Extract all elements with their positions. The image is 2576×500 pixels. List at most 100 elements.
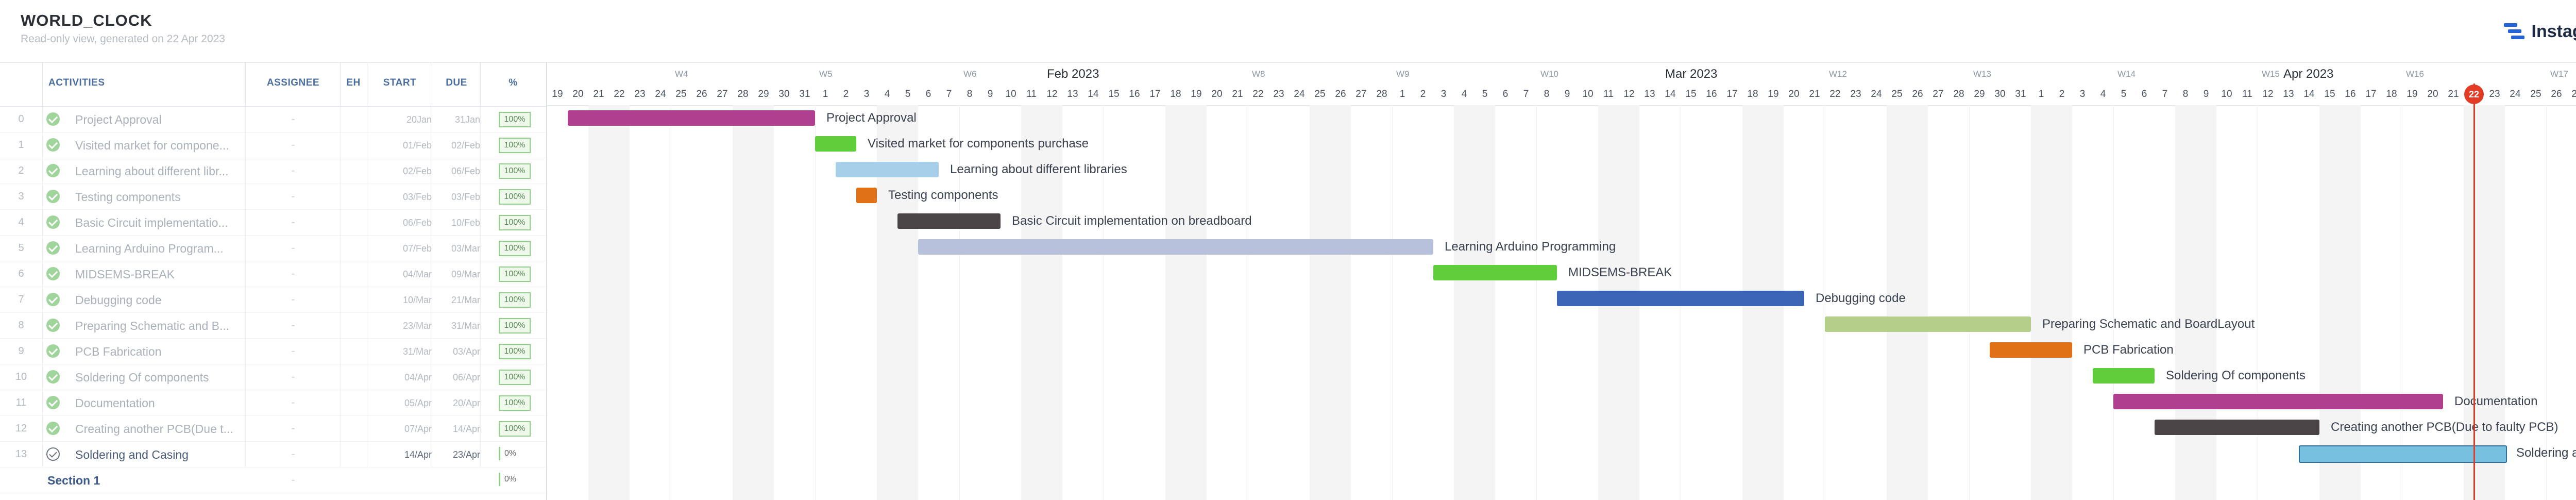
- task-due-date[interactable]: 31/Mar: [433, 321, 480, 331]
- column-activities[interactable]: ACTIVITIES: [48, 77, 105, 89]
- task-due-date[interactable]: 14/Apr: [433, 424, 480, 435]
- task-bar[interactable]: [568, 110, 815, 126]
- task-complete-checkbox-icon[interactable]: [46, 241, 60, 255]
- task-complete-checkbox-icon[interactable]: [46, 215, 60, 229]
- task-assignee[interactable]: -: [246, 139, 340, 151]
- task-assignee[interactable]: -: [246, 113, 340, 125]
- task-assignee[interactable]: -: [246, 345, 340, 357]
- task-start-date[interactable]: 02/Feb: [368, 166, 432, 177]
- task-complete-checkbox-icon[interactable]: [46, 267, 60, 280]
- task-start-date[interactable]: 23/Mar: [368, 321, 432, 331]
- task-complete-checkbox-icon[interactable]: [46, 164, 60, 177]
- task-name[interactable]: PCB Fabrication: [75, 345, 245, 359]
- task-bar[interactable]: [836, 162, 939, 177]
- task-complete-checkbox-icon[interactable]: [46, 293, 60, 306]
- task-start-date[interactable]: 14/Apr: [368, 449, 432, 460]
- task-name[interactable]: Debugging code: [75, 293, 245, 307]
- task-progress[interactable]: 100%: [499, 138, 531, 153]
- task-assignee[interactable]: -: [246, 294, 340, 306]
- task-bar[interactable]: [2113, 394, 2443, 409]
- task-assignee[interactable]: -: [246, 320, 340, 331]
- task-progress[interactable]: 100%: [499, 395, 531, 411]
- task-start-date[interactable]: 04/Mar: [368, 269, 432, 280]
- task-progress[interactable]: 100%: [499, 189, 531, 205]
- task-due-date[interactable]: 31Jan: [433, 114, 480, 125]
- task-due-date[interactable]: 10/Feb: [433, 218, 480, 228]
- task-name[interactable]: Testing components: [75, 190, 245, 204]
- task-due-date[interactable]: 09/Mar: [433, 269, 480, 280]
- task-progress[interactable]: 100%: [499, 421, 531, 437]
- task-due-date[interactable]: 23/Apr: [433, 449, 480, 460]
- task-start-date[interactable]: 31/Mar: [368, 346, 432, 357]
- task-assignee[interactable]: -: [246, 242, 340, 254]
- task-bar[interactable]: [2155, 420, 2319, 435]
- task-progress[interactable]: 100%: [499, 163, 531, 179]
- task-complete-checkbox-icon[interactable]: [46, 112, 60, 126]
- task-start-date[interactable]: 07/Apr: [368, 424, 432, 435]
- task-bar[interactable]: [2093, 368, 2155, 384]
- task-bar[interactable]: [2299, 445, 2507, 463]
- task-name[interactable]: Learning Arduino Program...: [75, 242, 245, 256]
- task-progress[interactable]: 100%: [499, 215, 531, 230]
- task-complete-checkbox-icon[interactable]: [46, 370, 60, 384]
- task-due-date[interactable]: 03/Mar: [433, 243, 480, 254]
- task-progress[interactable]: 100%: [499, 241, 531, 256]
- task-bar[interactable]: [1825, 316, 2031, 332]
- task-start-date[interactable]: 05/Apr: [368, 398, 432, 409]
- task-complete-checkbox-icon[interactable]: [46, 138, 60, 152]
- table-row[interactable]: 13 Soldering and Casing - 14/Apr 23/Apr 0%: [0, 441, 546, 468]
- task-assignee[interactable]: -: [246, 397, 340, 409]
- table-row[interactable]: 5 Learning Arduino Program... - 07/Feb 03/Ma…: [0, 235, 546, 261]
- task-name[interactable]: Soldering Of components: [75, 371, 245, 385]
- task-due-date[interactable]: 21/Mar: [433, 295, 480, 306]
- table-row[interactable]: 6 MIDSEMS-BREAK - 04/Mar 09/Mar 100%: [0, 261, 546, 287]
- task-assignee[interactable]: -: [246, 268, 340, 280]
- table-row[interactable]: 3 Testing components - 03/Feb 03/Feb 100%: [0, 184, 546, 210]
- task-start-date[interactable]: 20Jan: [368, 114, 432, 125]
- task-assignee[interactable]: -: [246, 165, 340, 177]
- task-bar[interactable]: [1557, 291, 1804, 306]
- task-progress[interactable]: 100%: [499, 318, 531, 334]
- table-row[interactable]: 10 Soldering Of components - 04/Apr 06/Apr 10…: [0, 364, 546, 390]
- task-bar[interactable]: [918, 239, 1433, 255]
- task-progress[interactable]: 100%: [499, 292, 531, 308]
- task-name[interactable]: Visited market for compone...: [75, 139, 245, 153]
- task-complete-checkbox-icon[interactable]: [46, 190, 60, 203]
- brand[interactable]: Instagantt: [2503, 19, 2576, 44]
- task-assignee[interactable]: -: [246, 371, 340, 383]
- task-start-date[interactable]: 10/Mar: [368, 295, 432, 306]
- table-row[interactable]: 9 PCB Fabrication - 31/Mar 03/Apr 100%: [0, 338, 546, 364]
- task-name[interactable]: Documentation: [75, 396, 245, 410]
- table-row[interactable]: 12 Creating another PCB(Due t... - 07/Apr 14…: [0, 415, 546, 442]
- task-bar[interactable]: [1433, 265, 1557, 280]
- task-due-date[interactable]: 06/Apr: [433, 372, 480, 383]
- task-due-date[interactable]: 20/Apr: [433, 398, 480, 409]
- task-assignee[interactable]: -: [246, 448, 340, 460]
- task-name[interactable]: Learning about different libr...: [75, 164, 245, 178]
- column-due[interactable]: DUE: [433, 77, 480, 89]
- table-row[interactable]: 2 Learning about different libr... - 02/Feb…: [0, 158, 546, 184]
- column-percent[interactable]: %: [480, 77, 546, 89]
- task-start-date[interactable]: 06/Feb: [368, 218, 432, 228]
- task-name[interactable]: Soldering and Casing: [75, 448, 245, 462]
- task-due-date[interactable]: 02/Feb: [433, 140, 480, 151]
- section-name[interactable]: Section 1: [47, 474, 217, 488]
- table-row[interactable]: 4 Basic Circuit implementatio... -06/Feb 10…: [0, 209, 546, 236]
- table-row[interactable]: 8 Preparing Schematic and B... - 23/Mar 31/M…: [0, 312, 546, 339]
- task-name[interactable]: Preparing Schematic and B...: [75, 319, 245, 333]
- task-assignee[interactable]: -: [246, 216, 340, 228]
- task-complete-checkbox-icon[interactable]: [46, 396, 60, 409]
- task-name[interactable]: Basic Circuit implementatio...: [75, 216, 245, 230]
- task-complete-checkbox-icon[interactable]: [46, 319, 60, 332]
- task-progress[interactable]: 0%: [499, 447, 525, 460]
- task-due-date[interactable]: 03/Feb: [433, 192, 480, 203]
- table-row[interactable]: 0 Project Approval - 20Jan 31Jan 100%: [0, 106, 546, 132]
- task-name[interactable]: Creating another PCB(Due t...: [75, 422, 245, 436]
- task-start-date[interactable]: 01/Feb: [368, 140, 432, 151]
- task-progress[interactable]: 100%: [499, 112, 531, 127]
- column-start[interactable]: START: [368, 77, 432, 89]
- task-bar[interactable]: [897, 213, 1001, 229]
- task-assignee[interactable]: -: [246, 423, 340, 435]
- table-row[interactable]: 11 Documentation - 05/Apr 20/Apr 100%: [0, 390, 546, 416]
- section-row[interactable]: Section 1 - 0%: [0, 467, 546, 493]
